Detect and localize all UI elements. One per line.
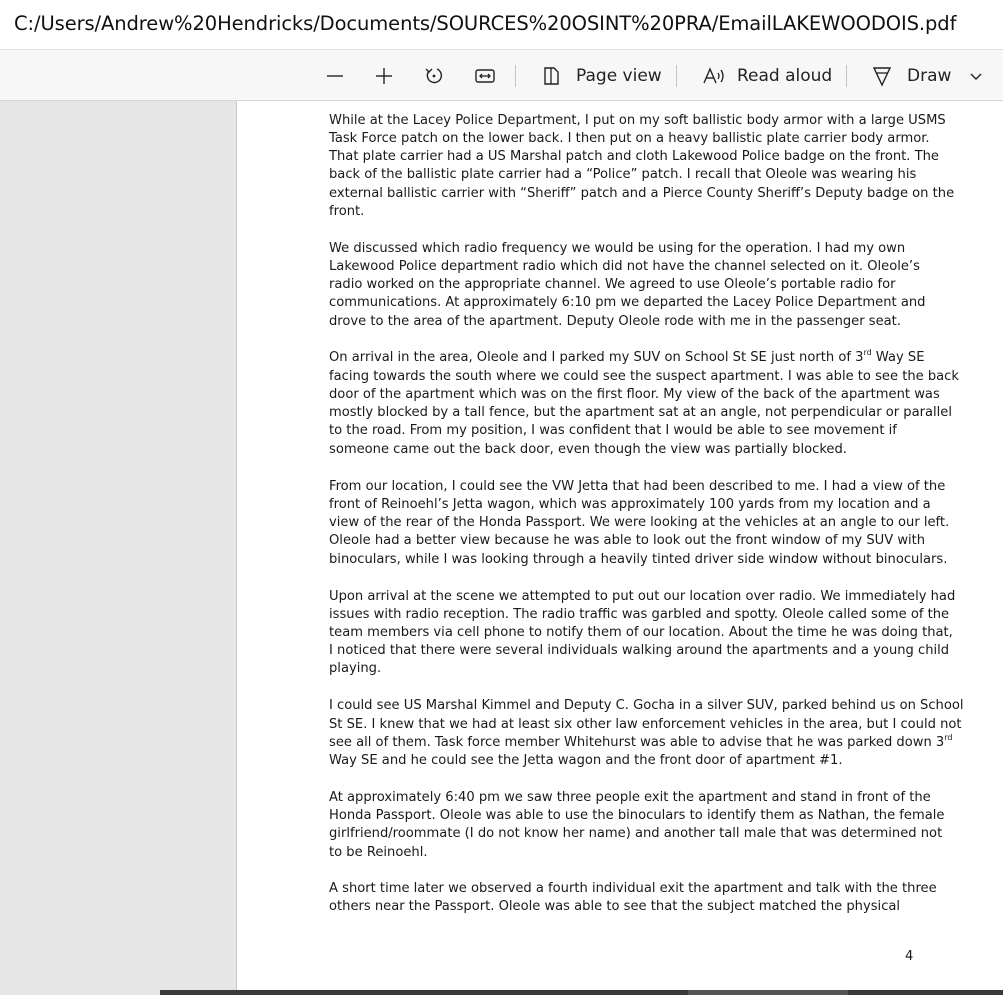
pdf-page[interactable]: While at the Lacey Police Department, I … [236,101,1003,990]
draw-button[interactable]: Draw [871,50,951,101]
address-bar[interactable]: C:/Users/Andrew%20Hendricks/Documents/SO… [0,0,1003,50]
page-view-label: Page view [576,65,662,86]
paragraph-line: to the road. From my position, I was con… [329,423,897,438]
paragraph-line: Upon arrival at the scene we attempted t… [329,589,956,604]
paragraph-line: At approximately 6:40 pm we saw three pe… [329,790,931,805]
fit-width-icon [475,68,495,83]
paragraph-line: St SE. I knew that we had at least six o… [329,717,962,732]
ordinal-suffix: rd [863,348,872,357]
paragraph-line: That plate carrier had a US Marshal patc… [329,149,939,164]
paragraph-line: I noticed that there were several indivi… [329,643,950,658]
paragraph-line: From our location, I could see the VW Je… [329,479,946,494]
line-text: see all of them. Task force member White… [329,735,945,750]
paragraph-line: facing towards the south where we could … [329,369,959,384]
toolbar-separator [515,65,516,87]
ordinal-suffix: rd [944,733,953,742]
pdf-toolbar: Page view Read aloud Draw [0,50,1003,101]
address-url[interactable]: C:/Users/Andrew%20Hendricks/Documents/SO… [14,12,956,35]
rotate-icon [425,67,443,83]
draw-label: Draw [907,65,952,86]
paragraph-line: radio worked on the appropriate channel.… [329,277,896,292]
read-aloud-icon [703,66,724,83]
paragraph-line: back of the ballistic plate carrier had … [329,167,917,182]
toolbar-separator [676,65,677,87]
paragraph-line: others near the Passport. Oleole was abl… [329,899,901,914]
zoom-in-button[interactable] [373,50,395,101]
paragraph-line: On arrival in the area, Oleole and I par… [329,349,924,367]
document-background [0,101,236,995]
paragraph-line: We discussed which radio frequency we wo… [329,241,906,256]
horizontal-scrollbar[interactable] [160,990,1003,995]
draw-icon [872,66,892,87]
paragraph-line: team members via cell phone to notify th… [329,625,953,640]
paragraph-line: Way SE and he could see the Jetta wagon … [329,753,843,768]
page-number: 4 [905,949,914,964]
fit-width-button[interactable] [474,50,496,101]
paragraph-line: front. [329,204,365,219]
paragraph-line: Lakewood Police department radio which d… [329,259,920,274]
paragraph-line: mostly blocked by a tall fence, but the … [329,405,953,420]
plus-icon [376,67,392,84]
draw-options-button[interactable] [968,50,984,101]
paragraph-line: to be Reinoehl. [329,845,428,860]
paragraph-line: door of the apartment which was on the f… [329,387,940,402]
paragraph-line: girlfriend/roommate (I do not know her n… [329,826,943,841]
paragraph-line: external ballistic carrier with “Sheriff… [329,186,955,201]
paragraph-line: Honda Passport. Oleole was able to use t… [329,808,945,823]
paragraph-line: While at the Lacey Police Department, I … [329,113,946,128]
paragraph-line: view of the rear of the Honda Passport. … [329,515,950,530]
paragraph-line: playing. [329,661,382,676]
paragraph-line: Task Force patch on the lower back. I th… [329,131,930,146]
paragraph-line: front of Reinoehl’s Jetta wagon, which w… [329,497,931,512]
paragraph-line: someone came out the back door, even tho… [329,442,847,457]
line-tail: Way SE [871,350,925,365]
paragraph-line: I could see US Marshal Kimmel and Deputy… [329,698,964,713]
line-text: On arrival in the area, Oleole and I par… [329,350,864,365]
zoom-out-button[interactable] [324,50,346,101]
paragraph-line: see all of them. Task force member White… [329,734,953,752]
minus-icon [327,74,343,77]
paragraph-line: drove to the area of the apartment. Depu… [329,314,901,329]
rotate-button[interactable] [423,50,445,101]
paragraph-line: issues with radio reception. The radio t… [329,607,950,622]
paragraph-line: binoculars, while I was looking through … [329,552,948,567]
page-view-button[interactable]: Page view [540,50,662,101]
page-view-icon [544,66,559,85]
chevron-down-icon [970,73,982,80]
scrollbar-thumb[interactable] [688,990,848,995]
toolbar-separator [846,65,847,87]
read-aloud-button[interactable]: Read aloud [702,50,832,101]
read-aloud-label: Read aloud [737,65,833,86]
paragraph-line: Oleole had a better view because he was … [329,533,926,548]
paragraph-line: communications. At approximately 6:10 pm… [329,295,926,310]
paragraph-line: A short time later we observed a fourth … [329,881,937,896]
